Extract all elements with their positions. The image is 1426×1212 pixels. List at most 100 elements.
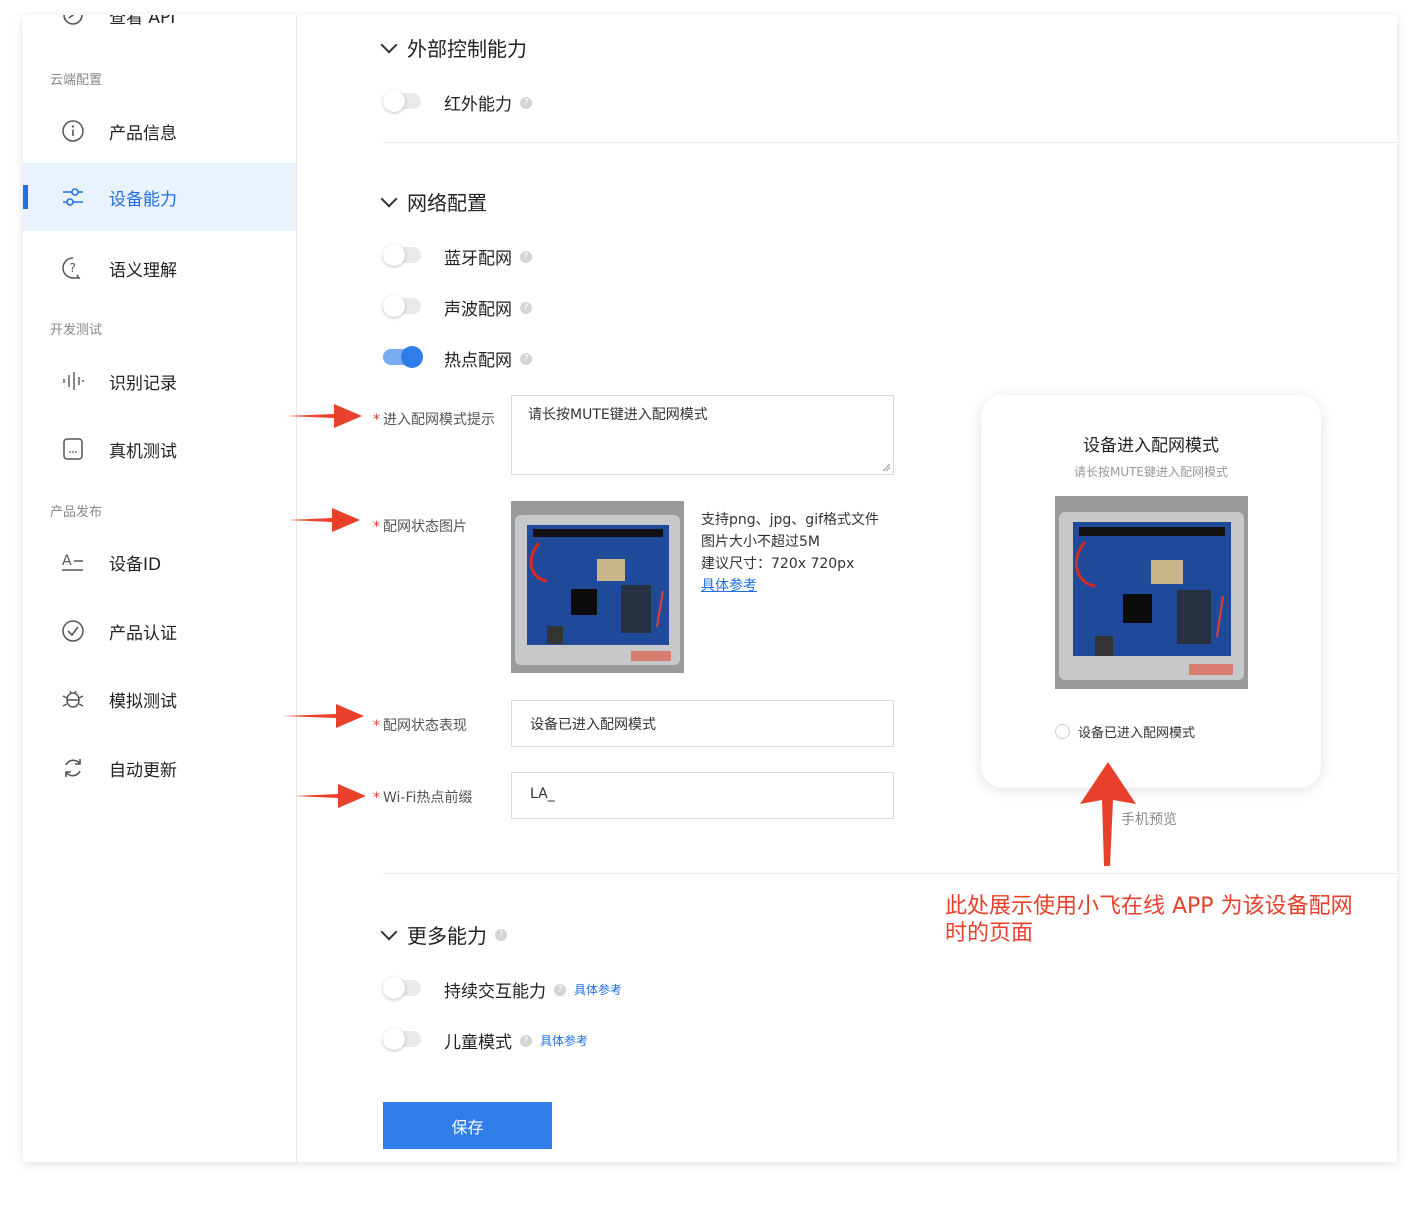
sidebar-item-label: 设备ID bbox=[109, 554, 162, 575]
annotation-arrow-icon bbox=[288, 508, 360, 532]
annotation-arrow-icon bbox=[294, 784, 366, 808]
toggle-hotspot[interactable] bbox=[383, 346, 423, 368]
group-header-more-abilities[interactable]: 更多能力 ? bbox=[380, 920, 507, 949]
sidebar-item-label: 真机测试 bbox=[109, 441, 177, 462]
preview-title: 设备进入配网模式 bbox=[1083, 436, 1219, 456]
group-title: 更多能力 bbox=[407, 924, 487, 948]
sidebar-item-semantic[interactable]: ? 语义理解 bbox=[23, 234, 296, 302]
help-icon[interactable]: ? bbox=[495, 928, 507, 941]
annotation-text: 此处展示使用小飞在线 APP 为该设备配网时的页面 bbox=[945, 894, 1353, 946]
toggle-label-text: 声波配网 bbox=[444, 300, 512, 320]
chevron-down-icon bbox=[380, 190, 398, 207]
help-icon[interactable]: ? bbox=[520, 301, 532, 314]
group-header-network-config[interactable]: 网络配置 bbox=[380, 187, 487, 216]
help-icon[interactable]: ? bbox=[520, 96, 532, 109]
help-icon[interactable]: ? bbox=[520, 250, 532, 263]
sidebar-item-view-api[interactable]: 查看 API bbox=[23, 15, 296, 49]
toggle-label-text: 红外能力 bbox=[444, 95, 512, 115]
sidebar-item-label: 产品信息 bbox=[109, 123, 177, 144]
toggle-label-child-mode: 儿童模式 ? 具体参考 bbox=[444, 1028, 588, 1053]
field-label-prompt: * 进入配网模式提示 bbox=[373, 412, 495, 428]
preview-subtitle: 请长按MUTE键进入配网模式 bbox=[1073, 465, 1229, 479]
preview-radio: 设备已进入配网模式 bbox=[1055, 722, 1195, 741]
toggle-knob bbox=[383, 977, 405, 999]
annotation-arrow-icon bbox=[286, 404, 362, 428]
toggle-label-text: 热点配网 bbox=[444, 351, 512, 371]
toggle-knob bbox=[383, 244, 405, 266]
chevron-down-icon bbox=[380, 923, 398, 940]
field-label-text: 配网状态图片 bbox=[383, 519, 467, 535]
device-chat-icon bbox=[61, 437, 85, 461]
svg-text:?: ? bbox=[70, 261, 76, 275]
sidebar-item-label: 设备能力 bbox=[109, 189, 177, 210]
toggle-knob bbox=[401, 346, 423, 368]
sidebar-item-label: 识别记录 bbox=[109, 373, 177, 394]
toggle-soundwave[interactable] bbox=[383, 295, 421, 317]
question-bubble-icon: ? bbox=[61, 256, 85, 280]
field-label-text: 进入配网模式提示 bbox=[383, 412, 495, 428]
wifi-prefix-input[interactable]: LA_ bbox=[511, 772, 894, 819]
sidebar-item-device-ability[interactable]: 设备能力 bbox=[23, 163, 296, 231]
group-header-external-control[interactable]: 外部控制能力 bbox=[380, 33, 527, 62]
toggle-knob bbox=[383, 90, 405, 112]
api-icon bbox=[61, 15, 85, 27]
sidebar-item-label: 产品认证 bbox=[109, 623, 177, 644]
network-status-image[interactable] bbox=[511, 501, 684, 673]
prompt-value: 请长按MUTE键进入配网模式 bbox=[528, 407, 708, 423]
sidebar-item-recognition-log[interactable]: 识别记录 bbox=[23, 347, 296, 415]
sidebar-item-product-info[interactable]: 产品信息 bbox=[23, 97, 296, 165]
help-icon[interactable]: ? bbox=[520, 352, 532, 365]
toggle-bluetooth[interactable] bbox=[383, 244, 421, 266]
sidebar-item-label: 查看 API bbox=[109, 15, 176, 28]
sidebar-item-certification[interactable]: 产品认证 bbox=[23, 597, 296, 665]
check-circle-icon bbox=[61, 619, 85, 643]
reference-link[interactable]: 具体参考 bbox=[540, 1032, 588, 1049]
app-window: 查看 API 云端配置 产品信息 设备能力 ? 语义理解 开发测试 识别记录 真… bbox=[23, 15, 1397, 1162]
image-upload-hint: 支持png、jpg、gif格式文件 图片大小不超过5M 建议尺寸：720x 72… bbox=[701, 509, 879, 597]
field-label-status: * 配网状态表现 bbox=[373, 718, 467, 734]
help-icon[interactable]: ? bbox=[520, 1034, 532, 1047]
sidebar-item-label: 模拟测试 bbox=[109, 691, 177, 712]
toggle-label-infrared: 红外能力 ? bbox=[444, 90, 532, 115]
hint-line: 支持png、jpg、gif格式文件 bbox=[701, 512, 880, 528]
field-label-image: * 配网状态图片 bbox=[373, 519, 467, 535]
sidebar-item-device-test[interactable]: 真机测试 bbox=[23, 415, 296, 483]
main-panel: 外部控制能力 红外能力 ? 网络配置 蓝牙配网 ? 声波配网 ? 热点配网 ? bbox=[297, 15, 1397, 1162]
hint-line: 图片大小不超过5M bbox=[701, 534, 820, 550]
toggle-label-text: 儿童模式 bbox=[444, 1033, 512, 1053]
field-label-wifi-prefix: * Wi-Fi热点前缀 bbox=[373, 790, 473, 806]
status-input[interactable]: 设备已进入配网模式 bbox=[511, 700, 894, 747]
sidebar-item-label: 语义理解 bbox=[109, 260, 177, 281]
sidebar-item-auto-update[interactable]: 自动更新 bbox=[23, 734, 296, 802]
sidebar-item-device-id[interactable]: A 设备ID bbox=[23, 528, 296, 596]
toggle-label-soundwave: 声波配网 ? bbox=[444, 295, 532, 320]
toggle-child-mode[interactable] bbox=[383, 1028, 421, 1050]
radio-circle-icon bbox=[1055, 724, 1070, 739]
section-label-dev-test: 开发测试 bbox=[50, 323, 103, 338]
reference-link[interactable]: 具体参考 bbox=[701, 575, 879, 597]
phone-preview-card: 设备进入配网模式 请长按MUTE键进入配网模式 设备已进入配网模式 bbox=[981, 395, 1321, 788]
save-button[interactable]: 保存 bbox=[383, 1102, 552, 1149]
chevron-down-icon bbox=[380, 36, 398, 53]
group-title: 网络配置 bbox=[407, 191, 487, 215]
prompt-textarea[interactable]: 请长按MUTE键进入配网模式 bbox=[511, 395, 894, 475]
field-label-text: Wi-Fi热点前缀 bbox=[383, 790, 473, 806]
preview-image bbox=[1055, 496, 1248, 689]
toggle-label-bluetooth: 蓝牙配网 ? bbox=[444, 244, 532, 269]
reference-link[interactable]: 具体参考 bbox=[574, 981, 622, 998]
help-icon[interactable]: ? bbox=[554, 983, 566, 996]
wifi-prefix-value: LA_ bbox=[530, 786, 555, 802]
sidebar: 查看 API 云端配置 产品信息 设备能力 ? 语义理解 开发测试 识别记录 真… bbox=[23, 15, 297, 1162]
status-value: 设备已进入配网模式 bbox=[530, 717, 656, 733]
field-label-text: 配网状态表现 bbox=[383, 718, 467, 734]
toggle-continuous-interaction[interactable] bbox=[383, 977, 421, 999]
toggle-label-continuous: 持续交互能力 ? 具体参考 bbox=[444, 977, 622, 1002]
divider bbox=[383, 873, 1397, 874]
id-text-icon: A bbox=[61, 550, 85, 574]
resize-handle-icon[interactable] bbox=[882, 463, 891, 472]
toggle-infrared[interactable] bbox=[383, 90, 421, 112]
sidebar-item-simulation[interactable]: 模拟测试 bbox=[23, 665, 296, 733]
group-title: 外部控制能力 bbox=[407, 37, 527, 61]
divider bbox=[383, 142, 1397, 143]
hint-line: 建议尺寸：720x 720px bbox=[701, 556, 855, 572]
